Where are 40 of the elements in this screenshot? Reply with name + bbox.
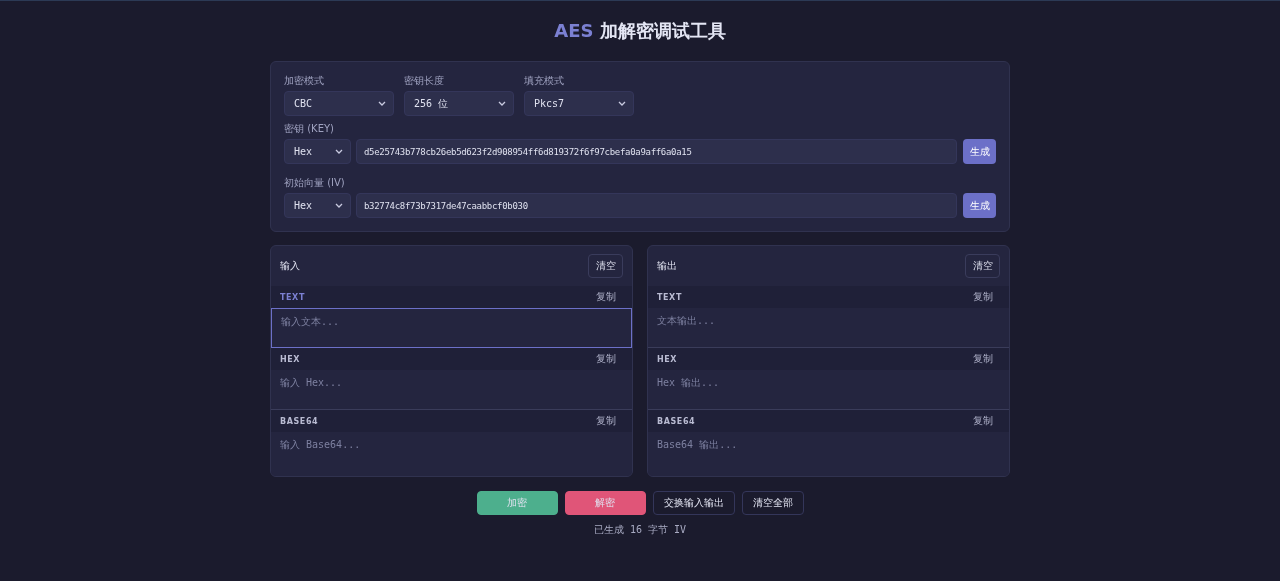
section-label: HEX [657,354,678,364]
dropdown[interactable]: Pkcs7 [524,91,634,116]
copy-link[interactable]: 复制 [973,414,993,428]
generate-button[interactable]: 生成 [963,193,996,218]
section-label: BASE64 [280,416,319,426]
clear-button[interactable]: 清空 [965,254,1000,278]
field-label: 密钥 (KEY) [284,122,334,136]
section-label: HEX [280,354,301,364]
field-label: 初始向量 (IV) [284,176,345,190]
copy-link[interactable]: 复制 [973,352,993,366]
section-label: TEXT [657,292,682,302]
copy-link[interactable]: 复制 [596,414,616,428]
field-label: 加密模式 [284,74,324,88]
chevron-down-icon [378,101,386,106]
action-button[interactable]: 交换输入输出 [652,491,735,515]
chevron-down-icon [335,203,343,208]
chevron-down-icon [618,101,626,106]
chevron-down-icon [335,149,343,154]
dropdown[interactable]: Hex [284,139,351,164]
copy-link[interactable]: 复制 [596,290,616,304]
status-text: 已生成 16 字节 IV [593,523,687,537]
section-label: TEXT [280,292,305,302]
clear-button[interactable]: 清空 [588,254,623,278]
dropdown[interactable]: Hex [284,193,351,218]
copy-link[interactable]: 复制 [973,290,993,304]
section-label: BASE64 [657,416,696,426]
field-label: 密钥长度 [404,74,444,88]
page-title: AES 加解密调试工具 [554,19,726,43]
text-field[interactable]: b32774c8f73b7317de47caabbcf0b030 [356,193,957,218]
text-area[interactable]: 输入文本... [271,308,632,348]
panel-title: 输入 [280,259,300,273]
field-label: 填充模式 [524,74,564,88]
dropdown[interactable]: 256 位 [404,91,514,116]
text-field[interactable]: d5e25743b778cb26eb5d623f2d908954ff6d819372f6f97cbefa0a9aff6a0a15 [356,139,957,164]
copy-link[interactable]: 复制 [596,352,616,366]
action-button[interactable]: 清空全部 [741,491,804,515]
chevron-down-icon [498,101,506,106]
panel-title: 输出 [657,259,677,273]
generate-button[interactable]: 生成 [963,139,996,164]
dropdown[interactable]: CBC [284,91,394,116]
